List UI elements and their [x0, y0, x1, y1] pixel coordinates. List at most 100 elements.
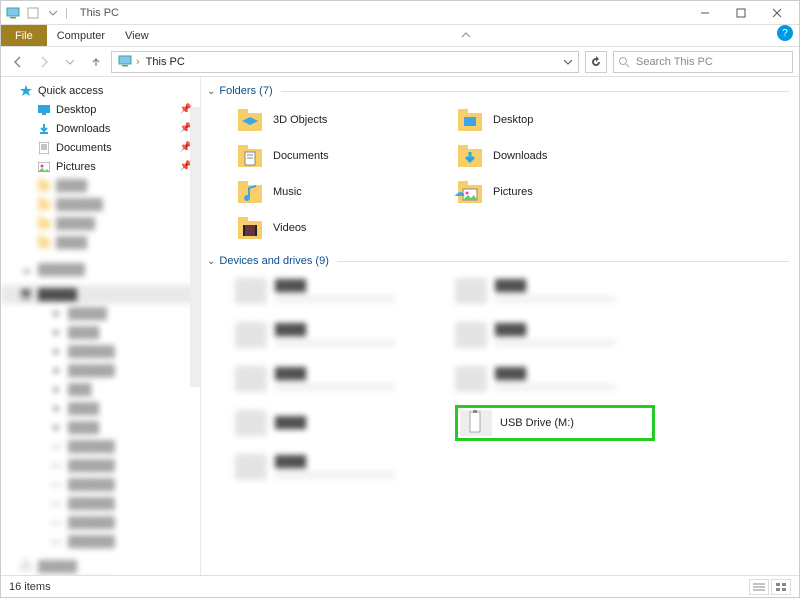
- pin-icon: 📌: [180, 161, 192, 172]
- sidebar-quick-access[interactable]: Quick access: [1, 81, 200, 100]
- downloads-icon: [37, 122, 51, 136]
- maximize-button[interactable]: [723, 2, 759, 24]
- folder-3d-objects[interactable]: 3D Objects: [235, 103, 435, 137]
- drive-icon: ▭: [49, 497, 63, 511]
- sidebar-item-blurred[interactable]: ■██████: [1, 361, 200, 380]
- sidebar-item-blurred[interactable]: ▭██████: [1, 475, 200, 494]
- history-dropdown-icon[interactable]: [59, 51, 81, 73]
- sidebar-item-blurred[interactable]: ■████: [1, 323, 200, 342]
- sidebar-item-downloads[interactable]: Downloads 📌: [1, 119, 200, 138]
- sidebar-item-blurred[interactable]: ████: [1, 176, 200, 195]
- back-button[interactable]: [7, 51, 29, 73]
- drive-item-blurred[interactable]: ████: [235, 405, 435, 441]
- sidebar-onedrive[interactable]: ☁██████: [1, 260, 200, 279]
- sidebar-item-label: Pictures: [56, 161, 96, 173]
- details-view-button[interactable]: [749, 579, 769, 595]
- group-header-drives[interactable]: ⌄ Devices and drives (9): [207, 255, 789, 267]
- title-separator: |: [65, 7, 68, 19]
- refresh-button[interactable]: [585, 51, 607, 73]
- quick-access-toolbar: [5, 5, 61, 21]
- folder-icon: [37, 198, 51, 212]
- folder-label: Documents: [273, 150, 329, 162]
- drive-item-blurred[interactable]: ████: [235, 273, 435, 309]
- chevron-down-icon[interactable]: ⌄: [207, 256, 215, 267]
- sidebar-item-blurred[interactable]: █████: [1, 214, 200, 233]
- computer-tab[interactable]: Computer: [47, 25, 115, 46]
- drive-usb-m[interactable]: USB Drive (M:): [455, 405, 655, 441]
- folder-videos[interactable]: Videos: [235, 211, 435, 245]
- folder-documents[interactable]: Documents: [235, 139, 435, 173]
- search-placeholder: Search This PC: [636, 56, 713, 68]
- explorer-body: Quick access Desktop 📌 Downloads 📌 Docum…: [1, 77, 799, 577]
- folder-music[interactable]: Music ☁: [235, 175, 435, 209]
- view-mode-switcher: [749, 579, 791, 595]
- quick-access-label: Quick access: [38, 85, 103, 97]
- pictures-icon: [37, 160, 51, 174]
- view-tab[interactable]: View: [115, 25, 159, 46]
- address-dropdown-icon[interactable]: [560, 58, 576, 66]
- folder-pictures[interactable]: Pictures: [455, 175, 655, 209]
- drive-icon: [235, 410, 267, 436]
- sidebar-item-blurred[interactable]: ████: [1, 233, 200, 252]
- 3d-objects-icon: [235, 105, 265, 135]
- ribbon-expand-icon[interactable]: [459, 25, 473, 46]
- breadcrumb-this-pc[interactable]: This PC: [144, 56, 187, 68]
- navigation-pane[interactable]: Quick access Desktop 📌 Downloads 📌 Docum…: [1, 77, 201, 577]
- sidebar-network[interactable]: 🖧█████: [1, 557, 200, 576]
- folder-downloads[interactable]: Downloads: [455, 139, 655, 173]
- chevron-down-icon[interactable]: ⌄: [207, 86, 215, 97]
- sidebar-item-desktop[interactable]: Desktop 📌: [1, 100, 200, 119]
- sidebar-item-blurred[interactable]: ██████: [1, 195, 200, 214]
- address-bar[interactable]: › This PC: [111, 51, 579, 73]
- group-folders-label: Folders: [219, 85, 256, 97]
- large-icons-view-button[interactable]: [771, 579, 791, 595]
- properties-icon[interactable]: [25, 5, 41, 21]
- drive-icon: ▭: [49, 440, 63, 454]
- drive-item-blurred[interactable]: ████: [455, 273, 655, 309]
- desktop-icon: [37, 103, 51, 117]
- sidebar-item-blurred[interactable]: ▭██████: [1, 456, 200, 475]
- drive-icon: [235, 322, 267, 348]
- group-header-folders[interactable]: ⌄ Folders (7): [207, 85, 789, 97]
- folder-desktop[interactable]: Desktop: [455, 103, 655, 137]
- sidebar-item-pictures[interactable]: Pictures 📌: [1, 157, 200, 176]
- sidebar-item-blurred[interactable]: ▭██████: [1, 532, 200, 551]
- folder-icon: [37, 236, 51, 250]
- sidebar-item-blurred[interactable]: ■██████: [1, 342, 200, 361]
- drive-item-blurred[interactable]: ████: [455, 317, 655, 353]
- drive-icon: ▭: [49, 535, 63, 549]
- desktop-folder-icon: [455, 105, 485, 135]
- sidebar-item-blurred[interactable]: ▭██████: [1, 437, 200, 456]
- close-button[interactable]: [759, 2, 795, 24]
- qat-dropdown-icon[interactable]: [45, 5, 61, 21]
- minimize-button[interactable]: [687, 2, 723, 24]
- forward-button[interactable]: [33, 51, 55, 73]
- sidebar-item-documents[interactable]: Documents 📌: [1, 138, 200, 157]
- folder-label: Pictures: [493, 186, 533, 198]
- folder-label: Videos: [273, 222, 306, 234]
- downloads-folder-icon: [455, 141, 485, 171]
- folder-icon: ■: [49, 307, 63, 321]
- sidebar-item-blurred[interactable]: ■████: [1, 418, 200, 437]
- sidebar-item-label: Downloads: [56, 123, 110, 135]
- up-button[interactable]: [85, 51, 107, 73]
- main-pane[interactable]: ⌄ Folders (7) 3D Objects Desktop Documen…: [201, 77, 799, 577]
- sidebar-this-pc[interactable]: 🖥█████: [1, 285, 200, 304]
- drive-item-blurred[interactable]: ████: [235, 361, 435, 397]
- sidebar-item-blurred[interactable]: ▭██████: [1, 513, 200, 532]
- sidebar-item-blurred[interactable]: ▭██████: [1, 494, 200, 513]
- status-bar: 16 items: [1, 575, 799, 597]
- cloud-status-icon: ☁: [454, 186, 465, 199]
- search-box[interactable]: Search This PC: [613, 51, 793, 73]
- sidebar-item-blurred[interactable]: ■████: [1, 399, 200, 418]
- file-tab[interactable]: File: [1, 25, 47, 46]
- drive-item-blurred[interactable]: ████: [235, 317, 435, 353]
- breadcrumb-chevron-icon[interactable]: ›: [136, 56, 140, 68]
- drive-item-blurred[interactable]: ████: [235, 449, 435, 485]
- drive-icon: ▭: [49, 459, 63, 473]
- sidebar-item-blurred[interactable]: ■█████: [1, 304, 200, 323]
- drive-item-blurred[interactable]: ████: [455, 361, 655, 397]
- sidebar-item-blurred[interactable]: ■███: [1, 380, 200, 399]
- help-icon[interactable]: ?: [777, 25, 793, 41]
- drive-icon: [455, 322, 487, 348]
